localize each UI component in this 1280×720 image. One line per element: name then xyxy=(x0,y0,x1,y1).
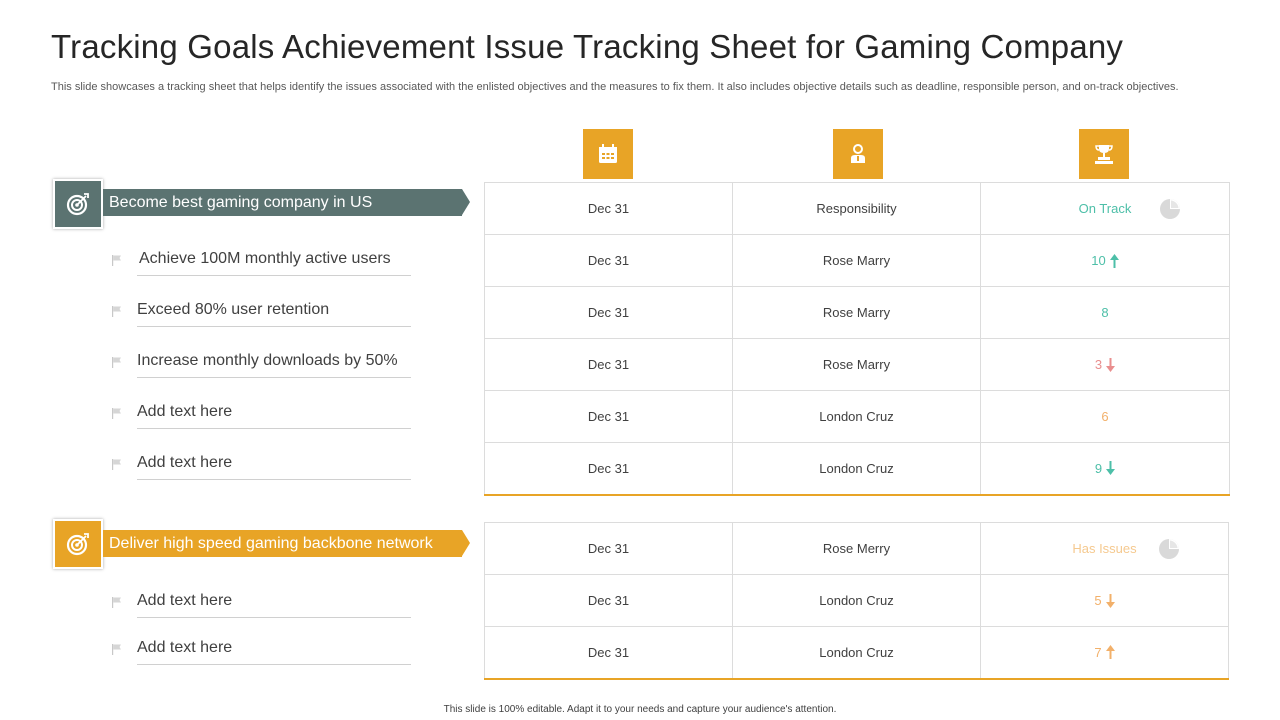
page-title: Tracking Goals Achievement Issue Trackin… xyxy=(51,28,1124,65)
person-icon xyxy=(833,129,883,179)
status-cell: 7 xyxy=(980,626,1229,680)
responsible-cell: London Cruz xyxy=(732,390,981,443)
status-cell: On Track xyxy=(980,182,1230,235)
page-subtitle: This slide showcases a tracking sheet th… xyxy=(51,81,1179,93)
deadline-cell: Dec 31 xyxy=(484,522,733,575)
objective-item: Exceed 80% user retention xyxy=(112,301,412,327)
footer-note: This slide is 100% editable. Adapt it to… xyxy=(443,704,837,715)
deadline-cell: Dec 31 xyxy=(484,626,733,680)
status-label: On Track xyxy=(1078,201,1132,216)
table-row: Dec 31 Rose Marry 8 xyxy=(484,286,1230,339)
arrow-down-icon xyxy=(1106,461,1116,476)
status-cell: 10 xyxy=(980,234,1230,287)
responsible-cell: Rose Marry xyxy=(732,234,981,287)
pie-icon xyxy=(1159,538,1179,559)
objective-item: Add text here xyxy=(112,403,412,429)
responsible-cell: London Cruz xyxy=(732,574,981,627)
trophy-icon xyxy=(1079,129,1129,179)
deadline-cell: Dec 31 xyxy=(484,286,733,339)
flag-icon xyxy=(112,306,121,317)
responsible-cell: London Cruz xyxy=(732,626,981,680)
calendar-icon xyxy=(583,129,633,179)
objective-item: Achieve 100M monthly active users xyxy=(112,250,412,276)
table-row: Dec 31 London Cruz 6 xyxy=(484,390,1230,443)
group-banner: Become best gaming company in US xyxy=(103,189,470,216)
divider xyxy=(137,275,411,276)
divider xyxy=(137,377,411,378)
arrow-down-icon xyxy=(1106,357,1116,372)
score-value: 6 xyxy=(1101,409,1109,424)
objective-item: Add text here xyxy=(112,454,412,480)
flag-icon xyxy=(112,357,121,368)
deadline-cell: Dec 31 xyxy=(484,442,733,496)
objective-label: Increase monthly downloads by 50% xyxy=(137,352,398,369)
table-row: Dec 31 Responsibility On Track xyxy=(484,182,1230,235)
score-value: 3 xyxy=(1094,357,1103,372)
tracking-table: Dec 31 Responsibility On Track Dec 31 Ro… xyxy=(484,182,1230,496)
table-row: Dec 31 London Cruz 9 xyxy=(484,442,1230,496)
responsible-cell: London Cruz xyxy=(732,442,981,496)
responsible-cell: Rose Marry xyxy=(732,286,981,339)
status-cell: 5 xyxy=(980,574,1229,627)
flag-icon xyxy=(112,597,121,608)
divider xyxy=(137,617,411,618)
tracking-table: Dec 31 Rose Merry Has Issues Dec 31 Lond… xyxy=(484,522,1229,680)
arrow-up-icon xyxy=(1105,645,1115,660)
divider xyxy=(137,326,411,327)
deadline-cell: Dec 31 xyxy=(484,390,733,443)
deadline-cell: Dec 31 xyxy=(484,338,733,391)
score-value: 7 xyxy=(1094,644,1102,660)
status-cell: 3 xyxy=(980,338,1230,391)
objective-label: Achieve 100M monthly active users xyxy=(139,250,391,267)
flag-icon xyxy=(112,408,121,419)
status-cell: 8 xyxy=(980,286,1230,339)
flag-icon xyxy=(112,459,121,470)
deadline-cell: Dec 31 xyxy=(484,182,733,235)
score-value: 9 xyxy=(1094,460,1103,476)
score-value: 5 xyxy=(1094,593,1102,608)
objective-label: Add text here xyxy=(137,403,233,420)
objective-item: Add text here xyxy=(112,639,412,665)
status-cell: 9 xyxy=(980,442,1230,496)
objective-label: Add text here xyxy=(137,454,233,471)
divider xyxy=(137,664,411,665)
score-value: 8 xyxy=(1101,305,1109,320)
target-icon xyxy=(53,179,103,229)
deadline-cell: Dec 31 xyxy=(484,234,733,287)
objective-item: Increase monthly downloads by 50% xyxy=(112,352,412,378)
status-cell: 6 xyxy=(980,390,1230,443)
table-row: Dec 31 London Cruz 7 xyxy=(484,626,1229,680)
table-row: Dec 31 Rose Marry 3 xyxy=(484,338,1230,391)
objective-label: Add text here xyxy=(137,639,233,656)
table-row: Dec 31 Rose Merry Has Issues xyxy=(484,522,1229,575)
objective-label: Exceed 80% user retention xyxy=(137,301,330,318)
objective-item: Add text here xyxy=(112,592,412,618)
group-banner: Deliver high speed gaming backbone netwo… xyxy=(103,530,470,557)
flag-icon xyxy=(112,255,121,266)
responsible-cell: Responsibility xyxy=(732,182,981,235)
table-row: Dec 31 London Cruz 5 xyxy=(484,574,1229,627)
flag-icon xyxy=(112,644,121,655)
pie-icon xyxy=(1160,198,1180,219)
status-label: Has Issues xyxy=(1072,541,1137,556)
score-value: 10 xyxy=(1091,253,1106,268)
deadline-cell: Dec 31 xyxy=(484,574,733,627)
table-row: Dec 31 Rose Marry 10 xyxy=(484,234,1230,287)
divider xyxy=(137,479,411,480)
group-banner-label: Deliver high speed gaming backbone netwo… xyxy=(109,534,433,552)
group-banner-label: Become best gaming company in US xyxy=(109,193,373,211)
objective-label: Add text here xyxy=(137,592,233,609)
responsible-cell: Rose Marry xyxy=(732,338,981,391)
arrow-up-icon xyxy=(1109,253,1119,268)
responsible-cell: Rose Merry xyxy=(732,522,981,575)
target-icon xyxy=(53,519,103,569)
divider xyxy=(137,428,411,429)
status-cell: Has Issues xyxy=(980,522,1229,575)
arrow-down-icon xyxy=(1105,593,1115,608)
